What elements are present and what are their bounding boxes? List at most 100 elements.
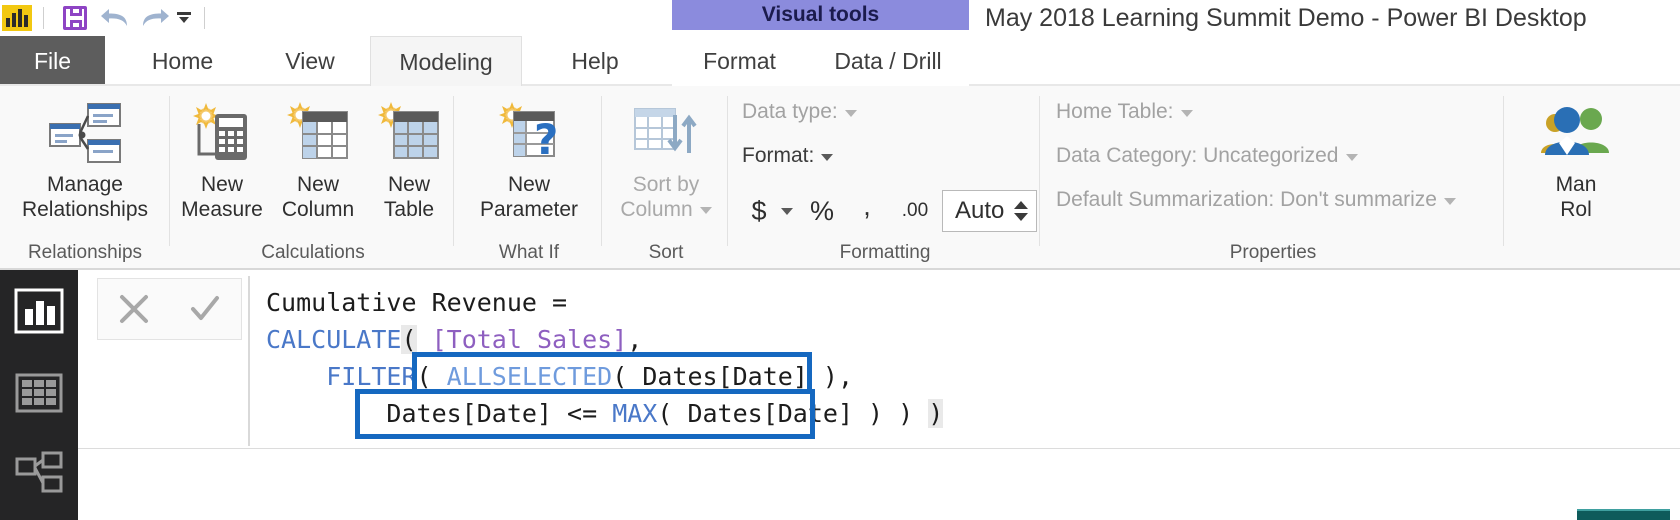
stepper-arrows[interactable] [1014,201,1036,221]
formula-line-2: CALCULATE( [Total Sales], [266,325,642,354]
new-parameter-line2: Parameter [456,197,602,222]
data-category-label: Data Category: Uncategorized [1056,144,1339,167]
toolbar-divider [43,7,44,29]
new-table-icon [368,94,450,172]
new-measure-button[interactable]: New Measure [176,94,268,222]
chevron-down-icon [1346,154,1358,161]
data-type-label: Data type: [742,100,838,123]
commit-formula-button[interactable] [170,279,242,339]
home-table-control[interactable]: Home Table: [1056,100,1193,124]
percent-format-button[interactable]: % [798,189,846,233]
group-separator [453,96,454,246]
chevron-down-icon [1181,110,1193,117]
format-label: Format: [742,144,814,167]
new-column-line1: New [272,172,364,197]
sort-by-column-button[interactable]: Sort by Column [604,94,728,222]
stepper-up-icon [1014,201,1028,209]
model-relationships-icon [13,451,65,499]
dax-formula-bar: Cumulative Revenue = CALCULATE( [Total S… [78,270,1680,449]
group-label-properties: Properties [1042,242,1504,264]
canvas-visual-element [1577,509,1670,520]
decimal-places-stepper[interactable]: Auto [942,190,1037,232]
view-switcher-sidebar [0,270,78,520]
contextual-tab-header: Visual tools [672,0,969,30]
sort-by-column-line2: Column [604,197,728,222]
manage-roles-line2: Rol [1516,197,1636,222]
format-control[interactable]: Format: [742,144,833,168]
manage-roles-button[interactable]: Man Rol [1516,94,1636,222]
save-button[interactable] [55,1,95,35]
group-label-relationships: Relationships [0,242,170,264]
power-bi-logo-icon [2,5,32,31]
manage-relationships-line1: Manage [0,172,170,197]
group-separator [727,96,728,246]
sidebar-item-data-view[interactable] [0,352,78,434]
new-parameter-button[interactable]: ? New Parameter [456,94,602,222]
formula-line-4: Dates[Date] <= MAX( Dates[Date] ) ) ) [266,399,943,428]
group-separator [601,96,602,246]
formatting-buttons-row: $ % , .00 Auto [742,184,1037,238]
checkmark-icon [188,293,222,325]
decimal-places-button[interactable]: .00 [888,189,942,233]
formula-bar-divider [248,276,250,446]
ribbon: Manage Relationships Relationships [0,86,1680,270]
currency-format-button[interactable]: $ [742,189,776,233]
tab-file[interactable]: File [0,36,105,86]
sort-by-column-line1: Sort by [604,172,728,197]
new-table-button[interactable]: New Table [368,94,450,222]
customize-quick-access-button[interactable] [175,1,193,35]
group-label-sort: Sort [604,242,728,264]
chevron-down-icon [781,208,793,215]
sidebar-item-report-view[interactable] [0,270,78,352]
redo-button[interactable] [135,1,175,35]
new-column-button[interactable]: New Column [272,94,364,222]
formula-action-buttons [97,278,242,340]
new-table-line1: New [368,172,450,197]
new-parameter-question-icon: ? [456,94,602,172]
ribbon-group-security: Man Rol [1506,86,1680,268]
tab-view[interactable]: View [255,36,365,86]
manage-roles-people-icon [1516,94,1636,172]
new-parameter-line1: New [456,172,602,197]
sidebar-item-model-view[interactable] [0,434,78,516]
manage-relationships-line2: Relationships [0,197,170,222]
tab-help[interactable]: Help [535,36,655,86]
default-summarization-control[interactable]: Default Summarization: Don't summarize [1056,188,1456,212]
toolbar-divider-2 [204,7,205,29]
tab-home[interactable]: Home [120,36,245,86]
group-separator [1039,96,1040,246]
currency-dropdown-button[interactable] [776,189,798,233]
group-label-calculations: Calculations [172,242,454,264]
ribbon-tab-strip: File Home View Modeling Help Format Data… [0,36,1680,86]
ribbon-group-what-if: ? New Parameter What If [456,86,602,268]
manage-relationships-button[interactable]: Manage Relationships [0,94,170,222]
tab-modeling[interactable]: Modeling [370,36,522,86]
svg-text:?: ? [534,115,558,164]
formula-line-1: Cumulative Revenue = [266,288,567,317]
chevron-down-icon [175,10,193,26]
quick-access-toolbar [0,0,216,36]
thousands-separator-button[interactable]: , [846,184,888,238]
home-table-label: Home Table: [1056,100,1174,123]
report-canvas[interactable] [78,449,1680,520]
data-type-control[interactable]: Data type: [742,100,857,124]
chevron-down-icon [700,207,712,214]
data-category-control[interactable]: Data Category: Uncategorized [1056,144,1358,168]
cancel-formula-button[interactable] [98,279,170,339]
new-table-line2: Table [368,197,450,222]
group-separator [1503,96,1504,246]
power-bi-desktop-window: Visual tools May 2018 Learning Summit De… [0,0,1680,520]
ribbon-group-properties: Home Table: Data Category: Uncategorized… [1042,86,1504,268]
save-icon [63,6,87,30]
data-table-icon [13,369,65,417]
manage-roles-line1: Man [1516,172,1636,197]
group-separator [169,96,170,246]
new-column-line2: Column [272,197,364,222]
new-measure-line1: New [176,172,268,197]
undo-button[interactable] [95,1,135,35]
report-bar-chart-icon [13,287,65,335]
ribbon-group-formatting: Data type: Format: $ % , .00 Auto [730,86,1040,268]
dax-formula-editor[interactable]: Cumulative Revenue = CALCULATE( [Total S… [266,284,1670,432]
ribbon-group-calculations: New Measure [172,86,454,268]
group-label-what-if: What If [456,242,602,264]
